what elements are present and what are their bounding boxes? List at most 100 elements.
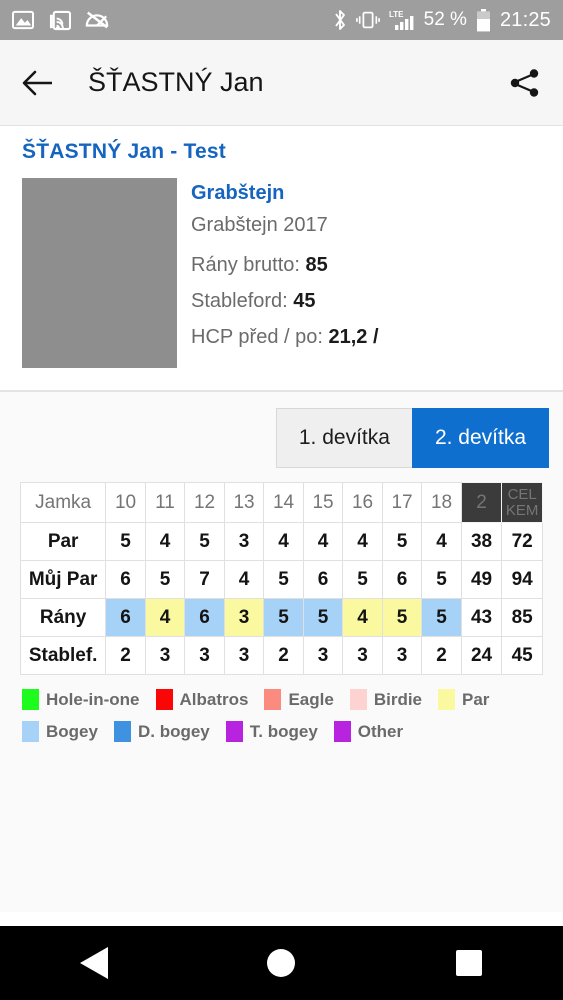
legend-label-double-bogey: D. bogey — [137, 721, 210, 741]
svg-text:LTE: LTE — [389, 10, 404, 19]
share-icon[interactable] — [509, 68, 541, 98]
strokes-hole-12[interactable]: 6 — [184, 598, 225, 637]
table-row-stableford: Stablef. 2 3 3 3 2 3 3 3 2 24 45 — [19, 636, 543, 675]
scorecard-table: Jamka 10 11 12 13 14 15 16 17 18 2 CEL K… — [19, 482, 543, 675]
strokes-nine-total: 43 — [460, 598, 503, 637]
strokes-hole-18[interactable]: 5 — [421, 598, 462, 637]
mypar-hole-15: 6 — [302, 560, 344, 599]
stat-hcp: HCP před / po: 21,2 / — [191, 326, 379, 349]
header-hole-11: 11 — [144, 482, 186, 523]
bogey-swatch-icon — [22, 721, 39, 742]
stat-rany-brutto-label: Rány brutto: — [191, 254, 300, 276]
app-bar: ŠŤASTNÝ Jan — [0, 40, 563, 126]
legend-label-par: Par — [462, 689, 490, 709]
nav-home-button[interactable] — [249, 940, 313, 986]
header-hole-17: 17 — [381, 482, 423, 523]
table-row-par: Par 5 4 5 3 4 4 4 5 4 38 72 — [19, 522, 543, 561]
lte-signal-icon: LTE — [389, 9, 415, 31]
mypar-hole-13: 4 — [223, 560, 265, 599]
stableford-grand-total: 45 — [501, 636, 543, 675]
stat-rany-brutto: Rány brutto: 85 — [191, 254, 379, 277]
strokes-hole-16[interactable]: 4 — [342, 598, 383, 637]
double-bogey-swatch-icon — [113, 721, 131, 742]
event-name: Grabštejn 2017 — [191, 214, 328, 236]
bluetooth-icon — [333, 9, 347, 31]
battery-icon — [476, 8, 491, 32]
stableford-hole-13: 3 — [223, 636, 265, 675]
par-hole-17: 5 — [381, 522, 423, 561]
back-arrow-icon[interactable] — [22, 70, 54, 96]
nav-recents-icon — [456, 950, 483, 976]
par-hole-16: 4 — [342, 522, 383, 561]
mute-icon — [85, 10, 109, 30]
score-legend: Hole-in-one Albatros Eagle Birdie Par Bo… — [0, 675, 563, 742]
header-hole-15: 15 — [302, 482, 344, 523]
legend-label-eagle: Eagle — [288, 689, 334, 709]
nine-selector-tabs: 1. devítka 2. devítka — [0, 392, 563, 482]
legend-item-par: Par — [438, 689, 489, 710]
stableford-hole-18: 2 — [421, 636, 462, 675]
phone-screen: LTE 52 % 21:25 ŠŤASTNÝ Jan ŠŤASTNÝ Jan -… — [0, 0, 563, 1000]
par-nine-total: 38 — [460, 522, 503, 561]
stableford-hole-12: 3 — [184, 636, 225, 675]
legend-label-bogey: Bogey — [46, 721, 98, 741]
stat-hcp-label: HCP před / po: — [191, 326, 323, 348]
scorecard-table-wrap: Jamka 10 11 12 13 14 15 16 17 18 2 CEL K… — [0, 482, 563, 675]
stat-stableford: Stableford: 45 — [191, 290, 379, 313]
header-hole-10: 10 — [105, 482, 146, 523]
nav-back-icon — [79, 947, 108, 979]
tab-first-nine[interactable]: 1. devítka — [275, 408, 412, 468]
stableford-hole-14: 2 — [263, 636, 304, 675]
strokes-hole-15[interactable]: 5 — [302, 598, 344, 637]
header-hole-18: 18 — [421, 482, 462, 523]
round-details: Grabštejn Grabštejn 2017 Rány brutto: 85… — [191, 178, 379, 368]
stableford-hole-11: 3 — [144, 636, 186, 675]
strokes-hole-11[interactable]: 4 — [144, 598, 186, 637]
scorecard-pane: 1. devítka 2. devítka Jamka 10 11 12 13 … — [0, 392, 563, 912]
header-jamka-label: Jamka — [19, 482, 107, 523]
status-bar: LTE 52 % 21:25 — [0, 0, 563, 40]
rss-cast-icon — [48, 10, 72, 31]
stat-hcp-value: 21,2 / — [328, 326, 379, 348]
strokes-hole-13[interactable]: 3 — [223, 598, 265, 637]
triple-bogey-swatch-icon — [225, 721, 243, 742]
clock-label: 21:25 — [499, 8, 551, 31]
par-hole-15: 4 — [302, 522, 344, 561]
stat-stableford-value: 45 — [293, 290, 316, 312]
legend-item-bogey: Bogey — [22, 721, 98, 742]
mypar-hole-14: 5 — [263, 560, 304, 599]
albatros-swatch-icon — [155, 689, 173, 710]
strokes-hole-14[interactable]: 5 — [263, 598, 304, 637]
stableford-hole-10: 2 — [105, 636, 146, 675]
header-nine-total: 2 — [460, 482, 503, 523]
legend-item-albatros: Albatros — [155, 689, 249, 710]
nav-home-icon — [267, 949, 296, 977]
course-name[interactable]: Grabštejn — [191, 182, 379, 205]
header-hole-16: 16 — [342, 482, 383, 523]
strokes-hole-10[interactable]: 6 — [105, 598, 146, 637]
stableford-hole-16: 3 — [342, 636, 383, 675]
par-hole-13: 3 — [223, 522, 265, 561]
row-label-stableford: Stablef. — [19, 636, 107, 675]
nav-back-button[interactable] — [62, 940, 126, 986]
legend-item-birdie: Birdie — [349, 689, 423, 710]
nav-recents-button[interactable] — [437, 940, 501, 986]
legend-label-albatros: Albatros — [179, 689, 249, 709]
par-hole-14: 4 — [263, 522, 304, 561]
mypar-hole-18: 5 — [421, 560, 462, 599]
stat-stableford-label: Stableford: — [191, 290, 288, 312]
header-hole-14: 14 — [263, 482, 304, 523]
strokes-hole-17[interactable]: 5 — [381, 598, 423, 637]
mypar-hole-11: 5 — [144, 560, 186, 599]
tab-second-nine[interactable]: 2. devítka — [411, 408, 549, 468]
mypar-hole-10: 6 — [105, 560, 146, 599]
header-grand-total-line1: CEL — [507, 485, 537, 503]
stableford-nine-total: 24 — [460, 636, 503, 675]
image-icon — [12, 10, 34, 30]
legend-label-birdie: Birdie — [373, 689, 423, 709]
player-round-title: ŠŤASTNÝ Jan - Test — [22, 140, 226, 163]
hole-in-one-swatch-icon — [22, 689, 39, 710]
par-hole-10: 5 — [105, 522, 146, 561]
card-body: Grabštejn Grabštejn 2017 Rány brutto: 85… — [0, 178, 563, 368]
par-grand-total: 72 — [501, 522, 543, 561]
